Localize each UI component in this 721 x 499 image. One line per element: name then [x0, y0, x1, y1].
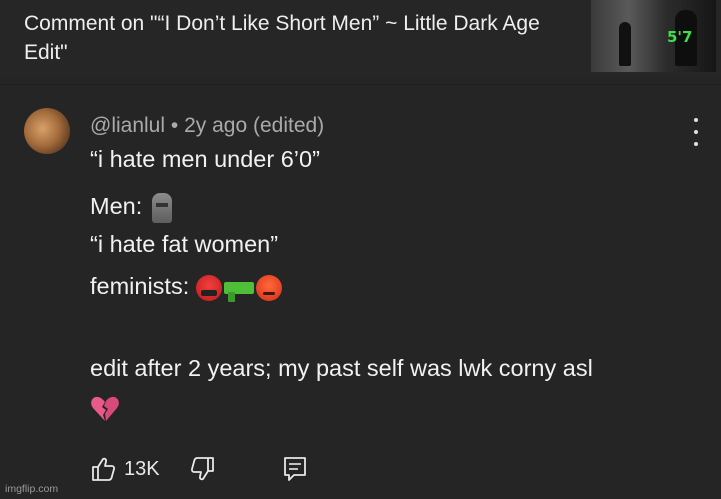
water-pistol-icon: [223, 281, 254, 302]
face-with-symbols-icon: [195, 274, 222, 301]
watermark: imgflip.com: [5, 483, 59, 495]
comment-actions: 13K: [90, 452, 216, 486]
comment-meta: @lianlul • 2y ago (edited): [90, 114, 324, 138]
avatar[interactable]: [24, 108, 70, 154]
comment-line-text: feminists:: [90, 273, 190, 299]
reply-icon[interactable]: [282, 455, 308, 483]
comment-context-title: Comment on "“I Don’t Like Short Men” ~ L…: [24, 12, 540, 64]
meta-separator: •: [170, 114, 179, 137]
comment-line-text: Men:: [90, 193, 143, 220]
comment-line: “i hate men under 6’0”: [90, 146, 320, 172]
like-icon[interactable]: [90, 456, 116, 482]
thumbnail-overlay-text: 5'7: [667, 28, 693, 46]
comment-age: 2y ago (edited): [184, 114, 325, 137]
comment-author[interactable]: @lianlul: [90, 114, 165, 137]
moai-icon: [152, 193, 173, 223]
comment-line: feminists:: [90, 273, 282, 302]
video-header[interactable]: Comment on "“I Don’t Like Short Men” ~ L…: [0, 0, 721, 78]
like-count: 13K: [124, 457, 160, 480]
comment-line: “i hate fat women”: [90, 231, 279, 257]
comment-line: edit after 2 years; my past self was lwk…: [90, 355, 593, 381]
divider: [0, 84, 721, 85]
more-options-icon[interactable]: [686, 118, 706, 146]
pouting-face-icon: [255, 274, 282, 301]
video-thumbnail[interactable]: 5'7: [591, 0, 716, 72]
thumbnail-person: [619, 22, 631, 66]
comment-line: Men:: [90, 193, 173, 223]
dislike-icon[interactable]: [190, 456, 216, 482]
broken-heart-icon: [91, 396, 119, 421]
